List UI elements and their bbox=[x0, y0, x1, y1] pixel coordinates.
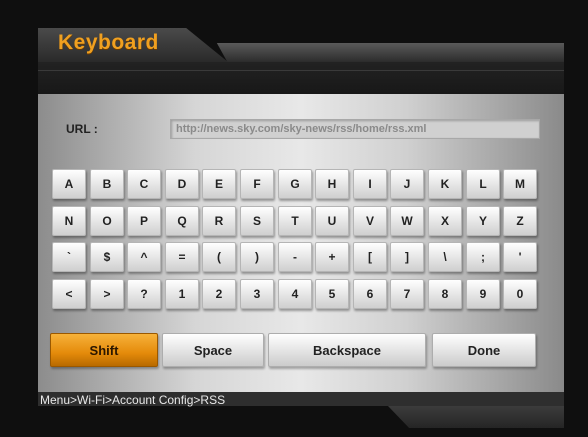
bottom-tab bbox=[388, 406, 564, 428]
backspace-key[interactable]: Backspace bbox=[268, 333, 426, 367]
shift-key[interactable]: Shift bbox=[50, 333, 158, 367]
key[interactable]: L bbox=[466, 169, 500, 199]
key[interactable]: S bbox=[240, 206, 274, 236]
key[interactable]: ( bbox=[202, 242, 236, 272]
keyboard-window: Keyboard URL : http://news.sky.com/sky-n… bbox=[0, 0, 588, 437]
key[interactable]: Y bbox=[466, 206, 500, 236]
key[interactable]: Z bbox=[503, 206, 537, 236]
key[interactable]: E bbox=[202, 169, 236, 199]
key[interactable]: M bbox=[503, 169, 537, 199]
key[interactable]: 6 bbox=[353, 279, 387, 309]
key[interactable]: F bbox=[240, 169, 274, 199]
key[interactable]: ) bbox=[240, 242, 274, 272]
key[interactable]: $ bbox=[90, 242, 124, 272]
key[interactable]: U bbox=[315, 206, 349, 236]
window-title: Keyboard bbox=[58, 31, 159, 54]
key[interactable]: + bbox=[315, 242, 349, 272]
space-key[interactable]: Space bbox=[162, 333, 264, 367]
header-band bbox=[38, 62, 564, 94]
key[interactable]: ' bbox=[503, 242, 537, 272]
key[interactable]: G bbox=[278, 169, 312, 199]
key[interactable]: ^ bbox=[127, 242, 161, 272]
key[interactable]: 2 bbox=[202, 279, 236, 309]
key[interactable]: D bbox=[165, 169, 199, 199]
done-button[interactable]: Done bbox=[432, 333, 536, 367]
breadcrumb: Menu>Wi-Fi>Account Config>RSS bbox=[40, 393, 226, 407]
key[interactable]: T bbox=[278, 206, 312, 236]
url-input[interactable]: http://news.sky.com/sky-news/rss/home/rs… bbox=[170, 119, 540, 139]
key[interactable]: N bbox=[52, 206, 86, 236]
key[interactable]: 0 bbox=[503, 279, 537, 309]
key[interactable]: I bbox=[353, 169, 387, 199]
key[interactable]: H bbox=[315, 169, 349, 199]
key[interactable]: 8 bbox=[428, 279, 462, 309]
key[interactable]: = bbox=[165, 242, 199, 272]
key[interactable]: < bbox=[52, 279, 86, 309]
key[interactable]: A bbox=[52, 169, 86, 199]
key[interactable]: R bbox=[202, 206, 236, 236]
key[interactable]: 7 bbox=[390, 279, 424, 309]
key[interactable]: 5 bbox=[315, 279, 349, 309]
url-label: URL : bbox=[66, 122, 98, 136]
key[interactable]: P bbox=[127, 206, 161, 236]
key[interactable]: K bbox=[428, 169, 462, 199]
key[interactable]: 4 bbox=[278, 279, 312, 309]
key[interactable]: 3 bbox=[240, 279, 274, 309]
key[interactable]: > bbox=[90, 279, 124, 309]
key[interactable]: ; bbox=[466, 242, 500, 272]
key[interactable]: ` bbox=[52, 242, 86, 272]
key[interactable]: B bbox=[90, 169, 124, 199]
key[interactable]: 9 bbox=[466, 279, 500, 309]
key[interactable]: J bbox=[390, 169, 424, 199]
key[interactable]: O bbox=[90, 206, 124, 236]
key[interactable]: [ bbox=[353, 242, 387, 272]
key[interactable]: W bbox=[390, 206, 424, 236]
key[interactable]: 1 bbox=[165, 279, 199, 309]
key[interactable]: - bbox=[278, 242, 312, 272]
key[interactable]: C bbox=[127, 169, 161, 199]
key[interactable]: V bbox=[353, 206, 387, 236]
key[interactable]: ] bbox=[390, 242, 424, 272]
key[interactable]: \ bbox=[428, 242, 462, 272]
key[interactable]: Q bbox=[165, 206, 199, 236]
key[interactable]: X bbox=[428, 206, 462, 236]
key[interactable]: ? bbox=[127, 279, 161, 309]
